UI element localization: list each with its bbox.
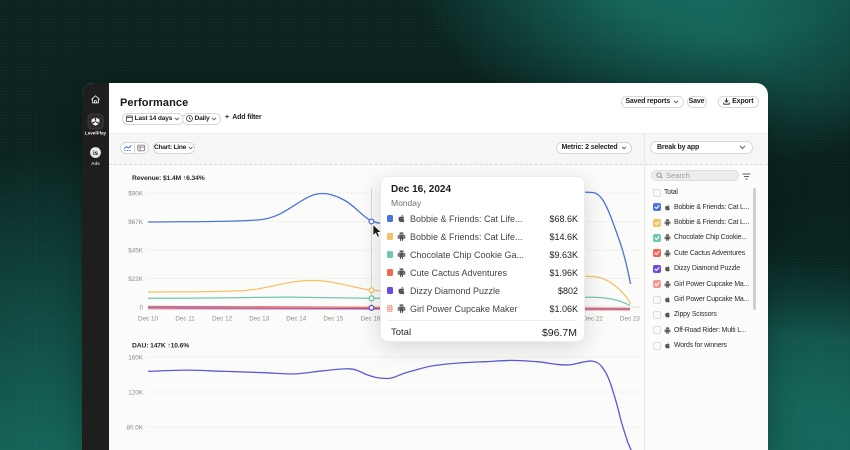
- svg-text:160K: 160K: [128, 355, 144, 362]
- svg-text:Revenue: $1.4M ↑6.34%: Revenue: $1.4M ↑6.34%: [132, 175, 205, 182]
- svg-text:$45K: $45K: [128, 248, 144, 255]
- svg-text:$67K: $67K: [128, 219, 144, 226]
- svg-text:80.0K: 80.0K: [127, 425, 144, 432]
- svg-text:Dec 16: Dec 16: [360, 316, 380, 323]
- svg-text:Dec 15: Dec 15: [323, 316, 343, 323]
- svg-text:Dec 12: Dec 12: [212, 316, 232, 323]
- svg-text:Dec 22: Dec 22: [583, 316, 603, 323]
- svg-text:Ads: Ads: [91, 161, 100, 166]
- svg-text:LevelPlay: LevelPlay: [85, 131, 107, 136]
- svg-text:$90K: $90K: [128, 191, 144, 198]
- svg-text:120K: 120K: [128, 390, 144, 397]
- svg-text:Dec 13: Dec 13: [249, 316, 269, 323]
- svg-text:is: is: [93, 151, 99, 157]
- svg-text:Dec 14: Dec 14: [286, 316, 306, 323]
- svg-text:Dec 23: Dec 23: [620, 316, 640, 323]
- svg-text:Dec 10: Dec 10: [138, 316, 158, 323]
- svg-text:$22K: $22K: [128, 276, 144, 283]
- svg-text:Dec 11: Dec 11: [175, 316, 195, 323]
- svg-text:0: 0: [139, 305, 143, 312]
- svg-text:DAU: 147K ↑10.6%: DAU: 147K ↑10.6%: [132, 343, 189, 350]
